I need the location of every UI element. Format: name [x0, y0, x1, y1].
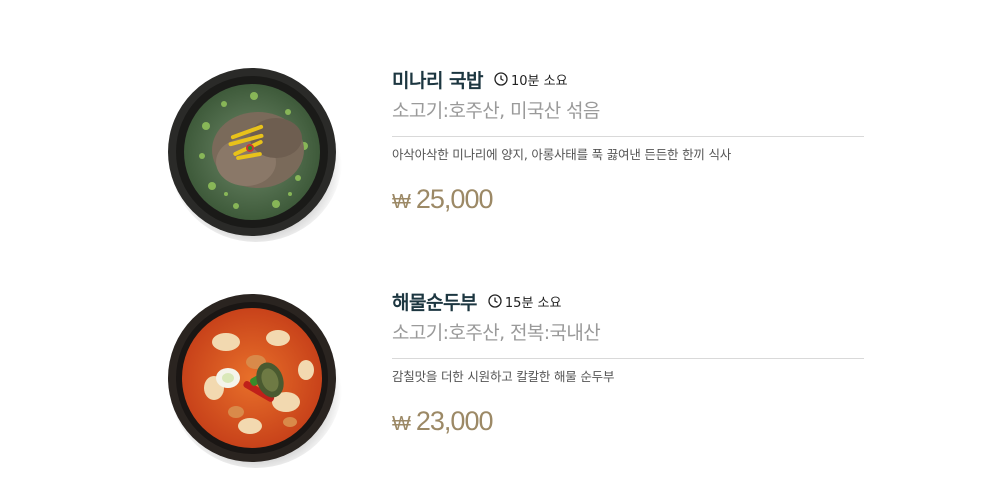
price-value: 25,000 [415, 184, 494, 214]
origin-info: 소고기:호주산, 미국산 섞음 [392, 100, 600, 122]
currency-symbol: ₩ [392, 191, 411, 213]
menu-item: 미나리 국밥 10분 소요 소고기:호주산, 미국산 섞음 아삭아삭한 미나리에… [0, 0, 984, 242]
dish-photo [166, 66, 342, 242]
dish-price: ₩ 23,000 [392, 406, 864, 437]
prep-time: 15분 소요 [488, 292, 562, 311]
title-row: 해물순두부 15분 소요 [392, 288, 864, 314]
currency-symbol: ₩ [392, 413, 411, 435]
gukbap-bowl-icon [168, 68, 342, 242]
dish-description: 아삭아삭한 미나리에 양지, 아롱사태를 푹 끓여낸 든든한 한끼 식사 [392, 147, 732, 162]
dish-name: 미나리 국밥 [392, 69, 484, 92]
dish-info: 해물순두부 15분 소요 소고기:호주산, 전복:국내산 감칠맛을 더한 시원하… [392, 288, 864, 437]
dish-info: 미나리 국밥 10분 소요 소고기:호주산, 미국산 섞음 아삭아삭한 미나리에… [392, 66, 864, 215]
prep-time-text: 10분 소요 [511, 73, 568, 89]
divider [392, 358, 864, 359]
dish-price: ₩ 25,000 [392, 184, 864, 215]
clock-icon [488, 294, 502, 308]
dish-photo [166, 292, 342, 468]
menu-item: 해물순두부 15분 소요 소고기:호주산, 전복:국내산 감칠맛을 더한 시원하… [0, 223, 984, 468]
price-value: 23,000 [415, 406, 494, 436]
sundubu-bowl-icon [168, 294, 342, 468]
divider [392, 136, 864, 137]
dish-description: 감칠맛을 더한 시원하고 칼칼한 해물 순두부 [392, 369, 615, 384]
prep-time: 10분 소요 [494, 70, 568, 89]
title-row: 미나리 국밥 10분 소요 [392, 66, 864, 92]
prep-time-text: 15분 소요 [504, 295, 562, 311]
origin-info: 소고기:호주산, 전복:국내산 [392, 322, 601, 344]
clock-icon [494, 72, 508, 86]
dish-name: 해물순두부 [392, 291, 477, 314]
